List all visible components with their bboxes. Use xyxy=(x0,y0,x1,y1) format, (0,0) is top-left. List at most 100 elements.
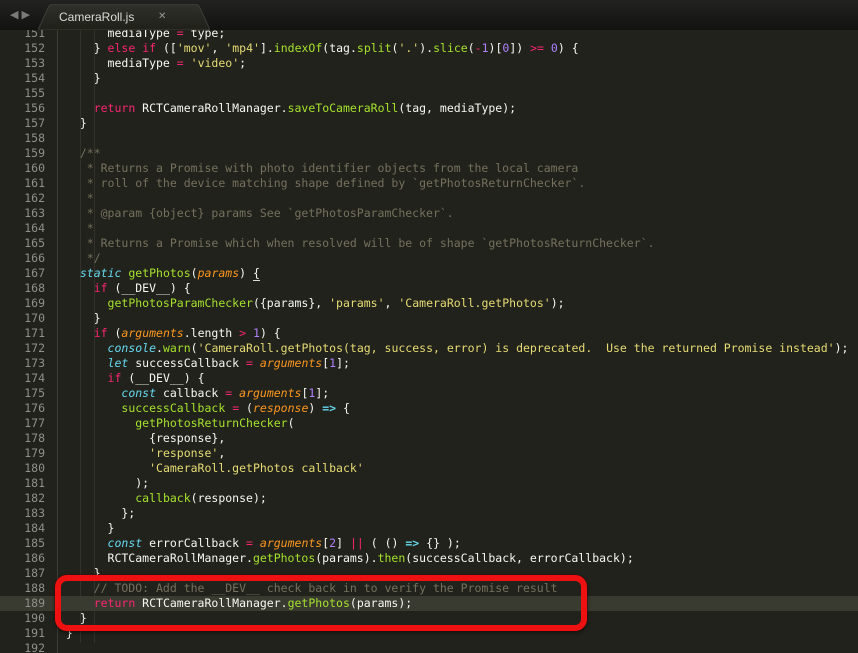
tab-cameraroll-js[interactable]: CameraRoll.js ✕ xyxy=(38,4,210,30)
line-number: 151 xyxy=(0,30,45,41)
code-text: console.warn('CameraRoll.getPhotos(tag, … xyxy=(45,341,848,356)
code-line[interactable]: 153 mediaType = 'video'; xyxy=(0,56,858,71)
tab-title: CameraRoll.js xyxy=(59,4,134,30)
line-number: 187 xyxy=(0,566,45,581)
line-number: 184 xyxy=(0,521,45,536)
code-line[interactable]: 172 console.warn('CameraRoll.getPhotos(t… xyxy=(0,341,858,356)
line-number: 169 xyxy=(0,296,45,311)
line-number: 163 xyxy=(0,206,45,221)
code-text: const callback = arguments[1]; xyxy=(45,386,329,401)
line-number: 160 xyxy=(0,161,45,176)
code-line[interactable]: 158 xyxy=(0,131,858,146)
code-text: 'CameraRoll.getPhotos callback' xyxy=(45,461,364,476)
code-line[interactable]: 187 } xyxy=(0,566,858,581)
code-text xyxy=(45,641,66,653)
code-text: 'response', xyxy=(45,446,225,461)
code-line[interactable]: 169 getPhotosParamChecker({params}, 'par… xyxy=(0,296,858,311)
code-line[interactable]: 178 {response}, xyxy=(0,431,858,446)
code-text: */ xyxy=(45,251,101,266)
line-number: 158 xyxy=(0,131,45,146)
code-line[interactable]: 157 } xyxy=(0,116,858,131)
line-number: 156 xyxy=(0,101,45,116)
code-text: } xyxy=(45,626,73,641)
code-text: return RCTCameraRollManager.getPhotos(pa… xyxy=(45,596,412,611)
code-line[interactable]: 189 return RCTCameraRollManager.getPhoto… xyxy=(0,596,858,611)
code-line[interactable]: 167 static getPhotos(params) { xyxy=(0,266,858,281)
code-line[interactable]: 179 'response', xyxy=(0,446,858,461)
line-number: 152 xyxy=(0,41,45,56)
code-text: * xyxy=(45,191,94,206)
code-line[interactable]: 182 callback(response); xyxy=(0,491,858,506)
line-number: 182 xyxy=(0,491,45,506)
code-line[interactable]: 163 * @param {object} params See `getPho… xyxy=(0,206,858,221)
code-line[interactable]: 188 // TODO: Add the __DEV__ check back … xyxy=(0,581,858,596)
line-number: 178 xyxy=(0,431,45,446)
line-number: 171 xyxy=(0,326,45,341)
code-line[interactable]: 177 getPhotosReturnChecker( xyxy=(0,416,858,431)
line-number: 154 xyxy=(0,71,45,86)
code-line[interactable]: 165 * Returns a Promise which when resol… xyxy=(0,236,858,251)
line-number: 167 xyxy=(0,266,45,281)
code-line[interactable]: 170 } xyxy=(0,311,858,326)
code-line[interactable]: 155 xyxy=(0,86,858,101)
line-number: 190 xyxy=(0,611,45,626)
line-number: 162 xyxy=(0,191,45,206)
line-number: 165 xyxy=(0,236,45,251)
code-line[interactable]: 185 const errorCallback = arguments[2] |… xyxy=(0,536,858,551)
code-line[interactable]: 164 * xyxy=(0,221,858,236)
code-text xyxy=(45,131,66,146)
forward-icon[interactable]: ▶ xyxy=(21,0,29,30)
code-line[interactable]: 192 xyxy=(0,641,858,653)
code-line[interactable]: 162 * xyxy=(0,191,858,206)
code-text: } xyxy=(45,71,101,86)
code-text: getPhotosReturnChecker( xyxy=(45,416,295,431)
code-line[interactable]: 180 'CameraRoll.getPhotos callback' xyxy=(0,461,858,476)
code-text: } else if (['mov', 'mp4'].indexOf(tag.sp… xyxy=(45,41,579,56)
code-line[interactable]: 151 mediaType = type; xyxy=(0,30,858,41)
code-line[interactable]: 168 if (__DEV__) { xyxy=(0,281,858,296)
code-editor[interactable]: 151 mediaType = type;152 } else if (['mo… xyxy=(0,30,858,653)
code-text: }; xyxy=(45,506,135,521)
code-line[interactable]: 186 RCTCameraRollManager.getPhotos(param… xyxy=(0,551,858,566)
editor-window: ◀ ▶ CameraRoll.js ✕ 151 mediaType = type… xyxy=(0,0,858,653)
code-text: mediaType = 'video'; xyxy=(45,56,246,71)
line-number: 155 xyxy=(0,86,45,101)
code-text: } xyxy=(45,611,87,626)
code-text: } xyxy=(45,566,101,581)
code-text: callback(response); xyxy=(45,491,267,506)
line-number: 192 xyxy=(0,641,45,653)
code-line[interactable]: 159 /** xyxy=(0,146,858,161)
code-line[interactable]: 184 } xyxy=(0,521,858,536)
code-line[interactable]: 175 const callback = arguments[1]; xyxy=(0,386,858,401)
tab-nav: ◀ ▶ xyxy=(10,0,30,30)
code-line[interactable]: 191} xyxy=(0,626,858,641)
code-text: if (__DEV__) { xyxy=(45,281,191,296)
code-text xyxy=(45,86,66,101)
code-text: let successCallback = arguments[1]; xyxy=(45,356,350,371)
code-line[interactable]: 173 let successCallback = arguments[1]; xyxy=(0,356,858,371)
code-line[interactable]: 190 } xyxy=(0,611,858,626)
code-line[interactable]: 183 }; xyxy=(0,506,858,521)
line-number: 177 xyxy=(0,416,45,431)
back-icon[interactable]: ◀ xyxy=(10,0,18,30)
code-line[interactable]: 176 successCallback = (response) => { xyxy=(0,401,858,416)
code-text: } xyxy=(45,311,101,326)
code-line[interactable]: 154 } xyxy=(0,71,858,86)
code-text: ); xyxy=(45,476,149,491)
code-line[interactable]: 160 * Returns a Promise with photo ident… xyxy=(0,161,858,176)
code-line[interactable]: 152 } else if (['mov', 'mp4'].indexOf(ta… xyxy=(0,41,858,56)
code-line[interactable]: 166 */ xyxy=(0,251,858,266)
code-line[interactable]: 161 * roll of the device matching shape … xyxy=(0,176,858,191)
line-number: 170 xyxy=(0,311,45,326)
code-text: * xyxy=(45,221,94,236)
code-line[interactable]: 156 return RCTCameraRollManager.saveToCa… xyxy=(0,101,858,116)
line-number: 164 xyxy=(0,221,45,236)
close-icon[interactable]: ✕ xyxy=(158,4,166,30)
code-line[interactable]: 171 if (arguments.length > 1) { xyxy=(0,326,858,341)
code-line[interactable]: 174 if (__DEV__) { xyxy=(0,371,858,386)
line-number: 181 xyxy=(0,476,45,491)
line-number: 174 xyxy=(0,371,45,386)
code-line[interactable]: 181 ); xyxy=(0,476,858,491)
line-number: 172 xyxy=(0,341,45,356)
code-text: if (__DEV__) { xyxy=(45,371,205,386)
